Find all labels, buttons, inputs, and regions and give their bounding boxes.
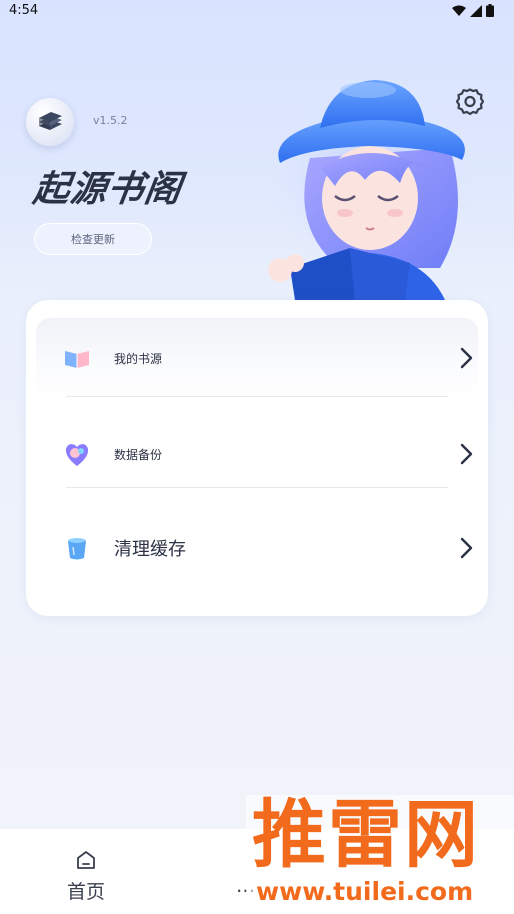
reading-girl-illustration — [265, 73, 475, 300]
menu-item-clear-cache[interactable]: 清理缓存 — [36, 508, 478, 588]
battery-icon — [486, 4, 494, 17]
status-bar: 4:54 — [0, 0, 514, 24]
menu-item-book-sources[interactable]: 我的书源 — [36, 318, 478, 398]
menu-item-label: 数据备份 — [114, 447, 163, 462]
chevron-right-icon — [460, 443, 473, 465]
book-open-icon — [65, 351, 89, 368]
wifi-icon — [452, 5, 466, 16]
menu-card: 我的书源 数据备份 清理缓存 — [26, 300, 488, 616]
tab-home-label: 首页 — [66, 881, 105, 903]
chevron-right-icon — [460, 537, 473, 559]
signal-icon — [470, 4, 482, 17]
app-logo — [26, 98, 74, 146]
watermark-brand: 推雷网 — [252, 792, 480, 878]
menu-item-label: 我的书源 — [114, 351, 163, 366]
app-title: 起源书阁 — [30, 169, 185, 210]
status-icons — [452, 4, 494, 17]
trash-can-icon — [68, 538, 86, 560]
watermark-url: www.tuilei.com — [256, 877, 474, 906]
divider — [66, 487, 448, 488]
watermark: 推雷网 www.tuilei.com — [246, 795, 514, 914]
chevron-right-icon — [460, 347, 473, 369]
divider — [66, 396, 448, 397]
tab-home[interactable]: 首页 — [56, 849, 116, 904]
check-update-button[interactable]: 检查更新 — [34, 223, 152, 255]
app-version: v1.5.2 — [93, 114, 128, 127]
menu-item-data-backup[interactable]: 数据备份 — [36, 414, 478, 494]
heart-backup-icon — [65, 444, 89, 466]
status-time: 4:54 — [9, 3, 39, 18]
books-icon — [39, 112, 62, 130]
home-icon — [77, 851, 95, 869]
menu-item-label: 清理缓存 — [114, 539, 186, 560]
